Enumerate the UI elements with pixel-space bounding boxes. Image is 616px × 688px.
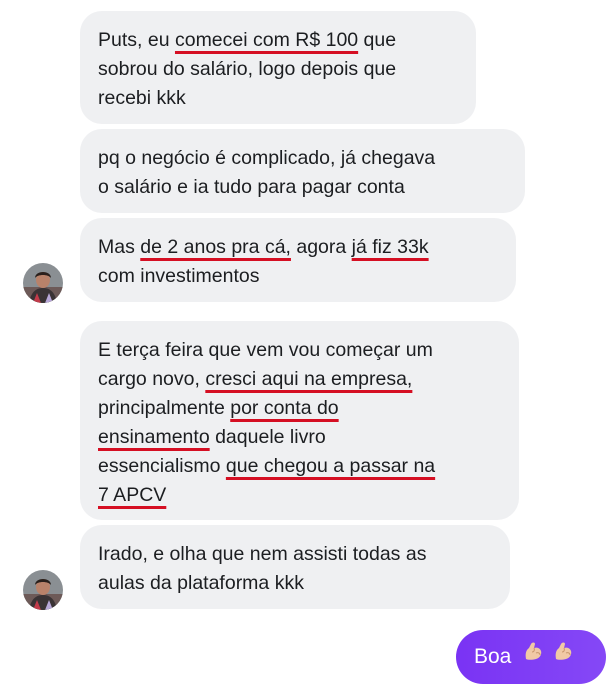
message-1-line-2: sobrou do salário, logo depois que [98, 58, 397, 80]
message-3-line-1: Mas de 2 anos pra cá, agora já fiz 33k [98, 236, 429, 258]
message-2-line-1: pq o negócio é complicado, já chegava [98, 147, 436, 169]
flexed-biceps-icon [523, 630, 545, 684]
message-1-line-1: Puts, eu comecei com R$ 100 que [98, 29, 397, 51]
avatar-image [23, 263, 63, 303]
contact-avatar[interactable] [23, 570, 63, 610]
message-2-line-2: o salário e ia tudo para pagar conta [98, 176, 405, 198]
flexed-biceps-icon [553, 630, 575, 684]
message-4-line-2: cargo novo, cresci aqui na empresa, [98, 368, 413, 390]
sent-message-bubble[interactable]: Boa [456, 630, 606, 684]
message-4-line-6: 7 APCV [98, 484, 167, 506]
message-1-line-3: recebi kkk [98, 87, 186, 109]
message-4-line-4: ensinamento daquele livro [98, 426, 326, 448]
message-bubble-3[interactable]: Mas de 2 anos pra cá, agora já fiz 33k c… [80, 218, 516, 302]
message-5-line-1: Irado, e olha que nem assisti todas as [98, 543, 427, 565]
contact-avatar[interactable] [23, 263, 63, 303]
message-bubble-2[interactable]: pq o negócio é complicado, já chegava o … [80, 129, 525, 213]
message-bubble-1[interactable]: Puts, eu comecei com R$ 100 que sobrou d… [80, 11, 476, 124]
sent-message-text: Boa [474, 645, 512, 668]
message-4-line-1: E terça feira que vem vou começar um [98, 339, 433, 361]
message-3-line-2: com investimentos [98, 265, 260, 287]
message-bubble-4[interactable]: E terça feira que vem vou começar um car… [80, 321, 519, 520]
message-5-line-2: aulas da plataforma kkk [98, 572, 304, 594]
avatar-image [23, 570, 63, 610]
message-bubble-5[interactable]: Irado, e olha que nem assisti todas as a… [80, 525, 510, 609]
message-4-line-3: principalmente por conta do [98, 397, 339, 419]
message-4-line-5: essencialismo que chegou a passar na [98, 455, 436, 477]
